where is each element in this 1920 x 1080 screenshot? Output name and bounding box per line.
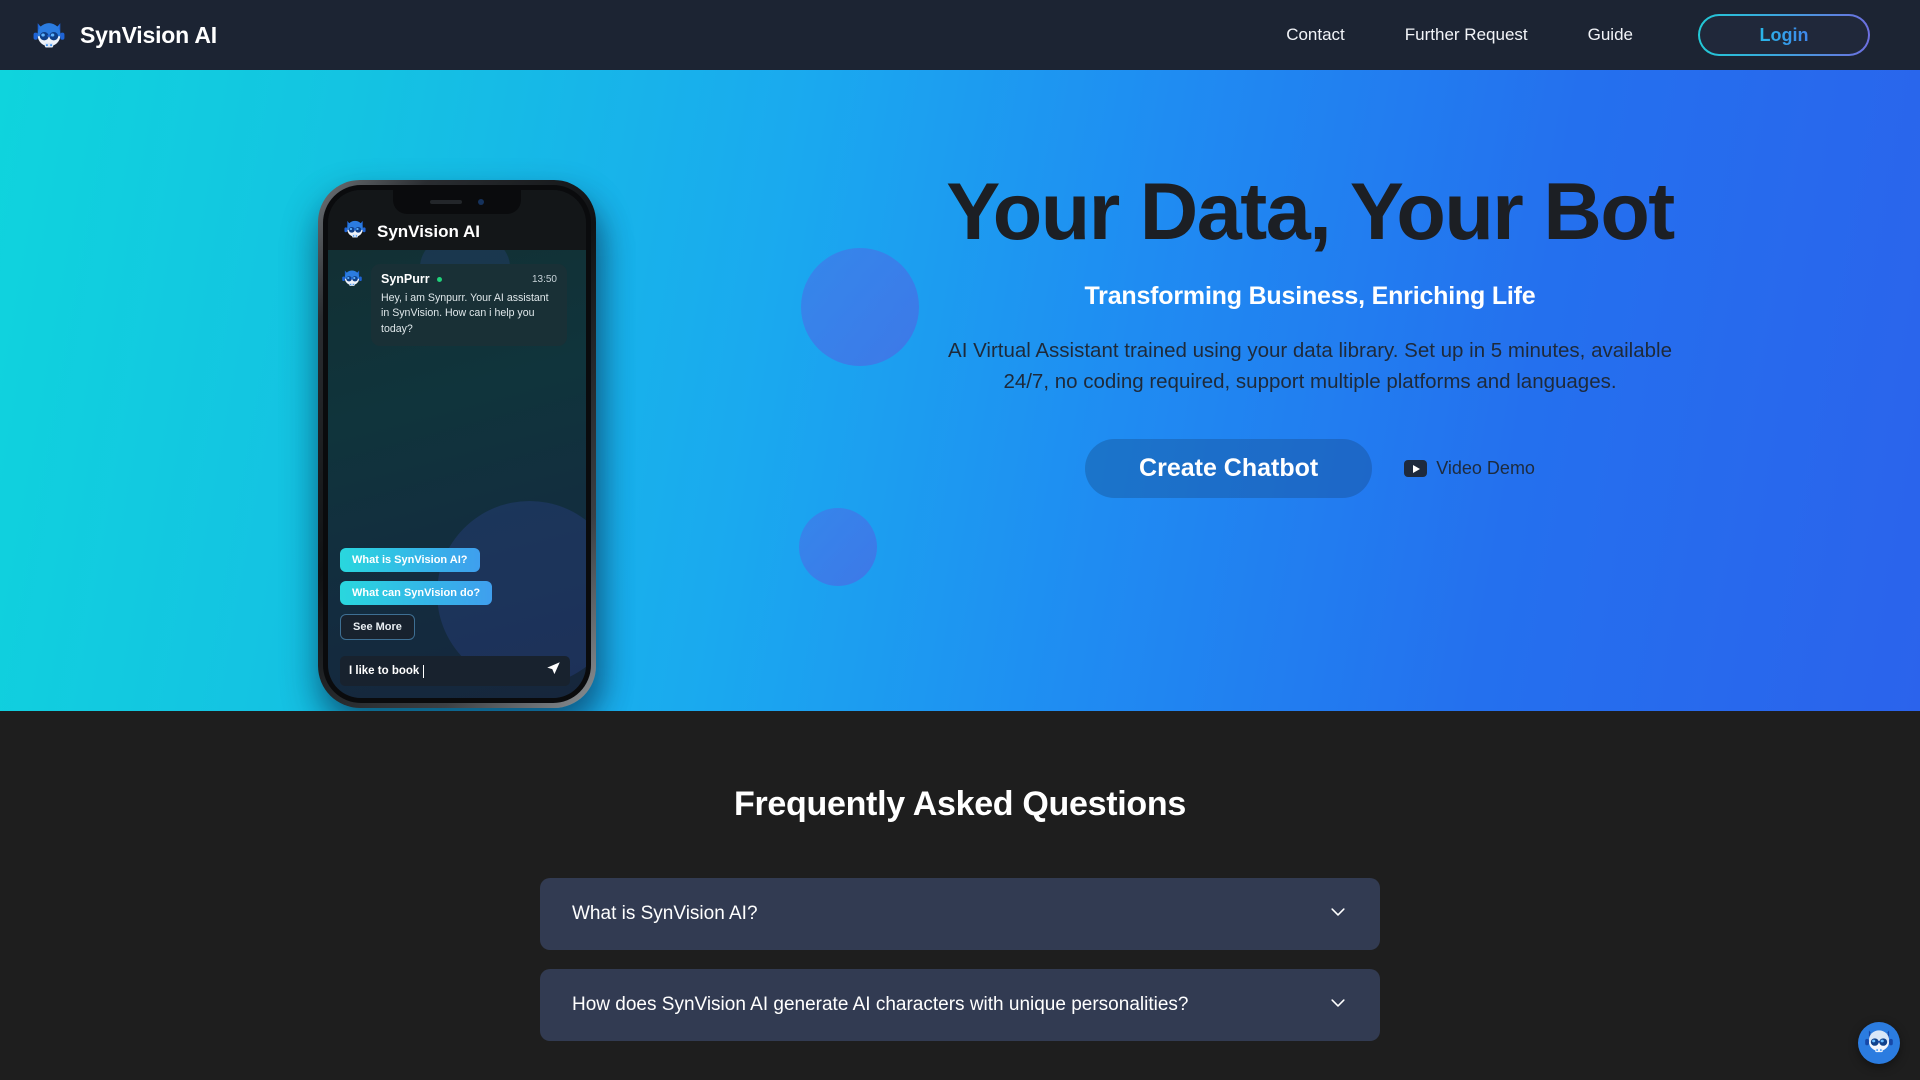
create-chatbot-button[interactable]: Create Chatbot — [1085, 439, 1373, 499]
faq-item-what-is-synvision[interactable]: What is SynVision AI? — [540, 878, 1380, 950]
cat-robot-mascot-icon — [30, 16, 68, 54]
quick-reply-what-is-synvision[interactable]: What is SynVision AI? — [340, 548, 480, 572]
nav-link-guide[interactable]: Guide — [1558, 25, 1663, 45]
cat-robot-mascot-icon — [342, 216, 368, 242]
chat-message: SynPurr 13:50 Hey, i am Synpurr. Your AI… — [328, 250, 586, 347]
faq-question: How does SynVision AI generate AI charac… — [572, 994, 1189, 1015]
nav-links-group: Contact Further Request Guide Login — [1256, 14, 1870, 56]
hero-title: Your Data, Your Bot — [946, 167, 1675, 257]
decorative-circle-small — [799, 508, 877, 586]
brand-name-text: SynVision AI — [80, 21, 217, 48]
chat-message-text: Hey, i am Synpurr. Your AI assistant in … — [381, 292, 549, 335]
hero-subtitle: Transforming Business, Enriching Life — [1084, 282, 1536, 311]
top-navigation-bar: SynVision AI Contact Further Request Gui… — [0, 0, 1920, 70]
chat-message-meta: SynPurr 13:50 — [381, 272, 557, 286]
youtube-play-icon — [1404, 460, 1428, 478]
floating-chat-widget-button[interactable] — [1858, 1022, 1900, 1064]
hero-copy: Your Data, Your Bot Transforming Busines… — [700, 167, 1920, 499]
chat-header-title: SynVision AI — [377, 222, 480, 241]
hero-actions: Create Chatbot Video Demo — [700, 439, 1920, 499]
quick-reply-group: What is SynVision AI? What can SynVision… — [340, 548, 493, 640]
phone-screen: SynVision AI SynPurr 13:50 Hey, i am Syn… — [328, 190, 586, 698]
phone-speaker — [430, 200, 462, 204]
chat-input-value: I like to book — [349, 665, 420, 677]
nav-link-further-request[interactable]: Further Request — [1375, 25, 1558, 45]
nav-link-contact[interactable]: Contact — [1256, 25, 1375, 45]
phone-mockup: SynVision AI SynPurr 13:50 Hey, i am Syn… — [318, 180, 606, 711]
video-demo-link[interactable]: Video Demo — [1404, 458, 1535, 479]
faq-section-title: Frequently Asked Questions — [734, 785, 1186, 823]
quick-reply-see-more[interactable]: See More — [340, 614, 415, 640]
phone-frame: SynVision AI SynPurr 13:50 Hey, i am Syn… — [318, 180, 596, 708]
login-button-label: Login — [1759, 24, 1809, 45]
send-paper-plane-icon[interactable] — [546, 661, 561, 681]
faq-item-ai-characters[interactable]: How does SynVision AI generate AI charac… — [540, 969, 1380, 1041]
chat-message-time: 13:50 — [531, 273, 557, 285]
cat-robot-mascot-icon — [340, 266, 364, 290]
video-demo-label: Video Demo — [1436, 458, 1535, 479]
faq-question: What is SynVision AI? — [572, 903, 758, 924]
brand-logo-link[interactable]: SynVision AI — [30, 16, 217, 54]
faq-section: Frequently Asked Questions What is SynVi… — [0, 711, 1920, 1080]
phone-notch — [393, 190, 521, 214]
chat-input-field[interactable]: I like to book — [340, 656, 570, 686]
login-button[interactable]: Login — [1698, 14, 1870, 56]
chevron-down-icon[interactable] — [1328, 902, 1348, 927]
text-caret — [423, 664, 425, 678]
chat-body: SynPurr 13:50 Hey, i am Synpurr. Your AI… — [328, 250, 586, 698]
quick-reply-what-can-synvision-do[interactable]: What can SynVision do? — [340, 581, 493, 605]
chat-message-sender: SynPurr — [381, 272, 430, 286]
hero-section: SynVision AI SynPurr 13:50 Hey, i am Syn… — [0, 70, 1920, 711]
online-dot-icon — [436, 276, 442, 282]
phone-camera-icon — [478, 199, 484, 205]
faq-list: What is SynVision AI? How does SynVision… — [540, 878, 1380, 1041]
cat-robot-mascot-icon — [1862, 1024, 1896, 1063]
chat-message-bubble: SynPurr 13:50 Hey, i am Synpurr. Your AI… — [371, 264, 567, 347]
hero-description: AI Virtual Assistant trained using your … — [948, 339, 1672, 394]
chevron-down-icon[interactable] — [1328, 993, 1348, 1018]
